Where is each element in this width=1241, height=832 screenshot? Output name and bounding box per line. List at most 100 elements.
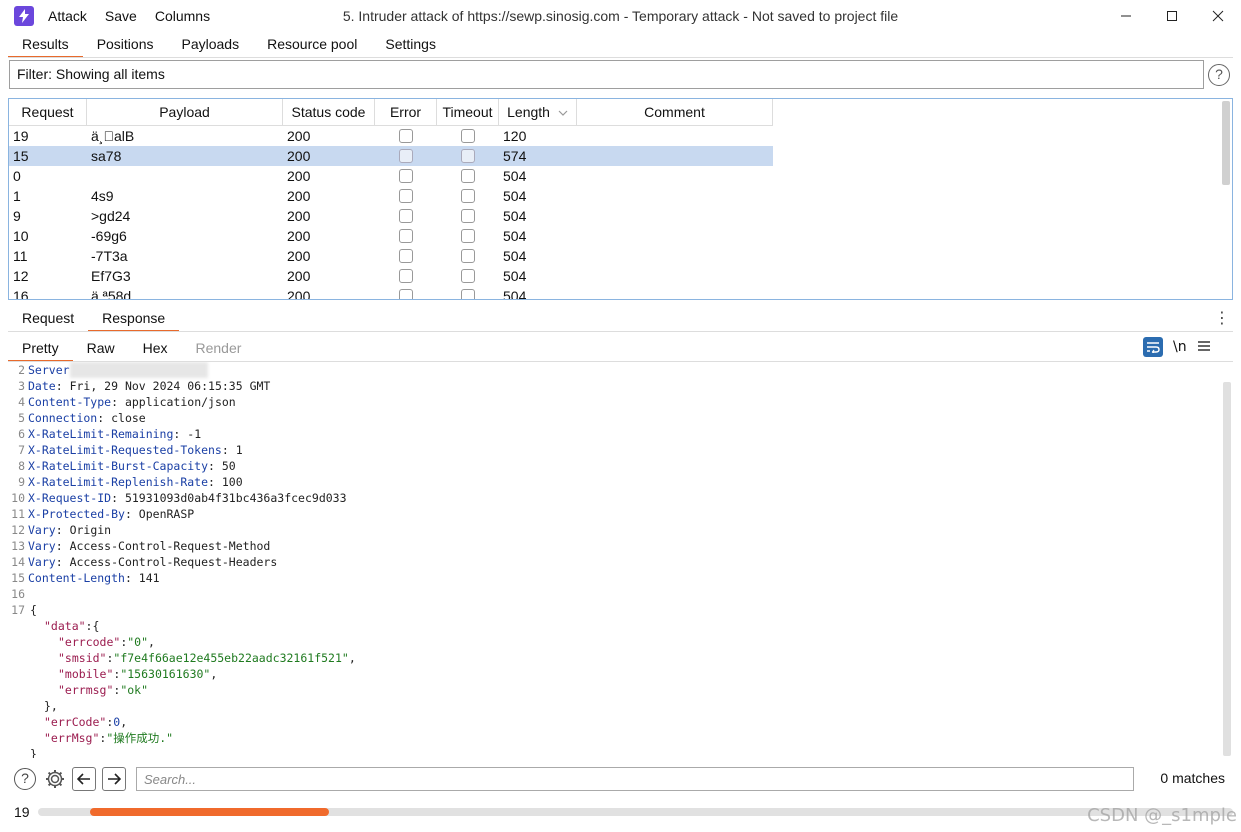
- code-line: 7 X-RateLimit-Requested-Tokens: 1: [8, 442, 1233, 458]
- timeout-checkbox[interactable]: [461, 169, 475, 183]
- tab-response[interactable]: Response: [88, 308, 180, 332]
- search-bar: ? 0 matches: [8, 762, 1233, 796]
- tab-results[interactable]: Results: [8, 32, 83, 58]
- tab-resource-pool[interactable]: Resource pool: [253, 32, 371, 58]
- word-wrap-icon[interactable]: [1143, 337, 1163, 357]
- table-row[interactable]: 0 200 504: [9, 166, 773, 186]
- editor-scrollbar[interactable]: [1223, 382, 1231, 756]
- menu-attack[interactable]: Attack: [48, 8, 87, 24]
- table-row[interactable]: 11 -7T3a 200 504: [9, 246, 773, 266]
- tab-payloads[interactable]: Payloads: [168, 32, 254, 58]
- line-number: [8, 698, 28, 714]
- table-row[interactable]: 12 Ef7G3 200 504: [9, 266, 773, 286]
- code-text: X-RateLimit-Requested-Tokens: 1: [28, 442, 243, 458]
- error-checkbox[interactable]: [399, 249, 413, 263]
- table-row[interactable]: 10 -69g6 200 504: [9, 226, 773, 246]
- table-row[interactable]: 16 ä ª58d 200 504: [9, 286, 773, 300]
- message-tabs: Request Response: [8, 308, 180, 332]
- match-count: 0 matches: [1160, 770, 1225, 786]
- code-line: 11 X-Protected-By: OpenRASP: [8, 506, 1233, 522]
- code-line: "errmsg":"ok": [8, 682, 1233, 698]
- error-checkbox[interactable]: [399, 149, 413, 163]
- tab-pretty[interactable]: Pretty: [8, 336, 73, 362]
- next-arrow-icon[interactable]: [102, 767, 126, 791]
- json-key: "errCode": [44, 715, 107, 729]
- col-status-code[interactable]: Status code: [283, 99, 375, 126]
- col-payload[interactable]: Payload: [87, 99, 283, 126]
- json-key: "errMsg": [44, 731, 100, 745]
- table-body: 19 ä¸ alB 200 120 15 sa78 200 574 0 200 504 1 4s9 200…: [9, 126, 773, 300]
- gear-icon[interactable]: [44, 768, 66, 793]
- timeout-checkbox[interactable]: [461, 129, 475, 143]
- previous-arrow-icon[interactable]: [72, 767, 96, 791]
- tab-render[interactable]: Render: [182, 336, 256, 362]
- line-number: 16: [11, 587, 25, 601]
- json-string: "ok": [120, 683, 149, 697]
- table-row[interactable]: 9 >gd24 200 504: [9, 206, 773, 226]
- error-checkbox[interactable]: [399, 209, 413, 223]
- table-scrollbar[interactable]: [1222, 101, 1230, 185]
- help-icon[interactable]: ?: [14, 768, 36, 790]
- json-key: "smsid": [58, 651, 107, 665]
- error-checkbox[interactable]: [399, 269, 413, 283]
- response-editor[interactable]: 2 Server 3 Date: Fri, 29 Nov 2024 06:15:35…: [8, 362, 1233, 758]
- minimize-icon[interactable]: [1103, 0, 1149, 32]
- divider: [8, 331, 1233, 332]
- hamburger-menu-icon[interactable]: [1197, 339, 1211, 355]
- cell-payload: ä ª58d: [91, 288, 132, 300]
- col-length[interactable]: Length: [499, 99, 577, 126]
- error-checkbox[interactable]: [399, 289, 413, 299]
- menu-save[interactable]: Save: [105, 8, 137, 24]
- timeout-checkbox[interactable]: [461, 209, 475, 223]
- json-brace: :{: [85, 619, 100, 633]
- menu-columns[interactable]: Columns: [155, 8, 210, 24]
- error-checkbox[interactable]: [399, 169, 413, 183]
- timeout-checkbox: [437, 266, 499, 286]
- col-timeout[interactable]: Timeout: [437, 99, 499, 126]
- code-text: "errcode":"0",: [28, 634, 155, 650]
- help-icon[interactable]: ?: [1208, 64, 1230, 86]
- filter-bar[interactable]: Filter: Showing all items: [9, 60, 1204, 89]
- timeout-checkbox[interactable]: [461, 269, 475, 283]
- cell-length: 504: [503, 288, 527, 300]
- error-checkbox: [375, 166, 437, 186]
- timeout-checkbox[interactable]: [461, 229, 475, 243]
- table-row[interactable]: 15 sa78 200 574: [9, 146, 773, 166]
- table-row[interactable]: 1 4s9 200 504: [9, 186, 773, 206]
- error-checkbox[interactable]: [399, 129, 413, 143]
- json-comma: ,: [120, 715, 128, 729]
- header-value: -1: [187, 427, 202, 441]
- maximize-icon[interactable]: [1149, 0, 1195, 32]
- timeout-checkbox[interactable]: [461, 289, 475, 299]
- cell-comment: [577, 206, 773, 226]
- tab-hex[interactable]: Hex: [129, 336, 182, 362]
- tab-request[interactable]: Request: [8, 308, 88, 332]
- cell-length: 504: [503, 248, 527, 264]
- timeout-checkbox[interactable]: [461, 149, 475, 163]
- newline-toggle-icon[interactable]: \n: [1173, 339, 1187, 355]
- line-number: 14: [11, 555, 25, 569]
- col-error[interactable]: Error: [375, 99, 437, 126]
- header-name: Server: [28, 363, 70, 377]
- cell-payload: ä¸ alB: [91, 128, 135, 144]
- col-request[interactable]: Request: [9, 99, 87, 126]
- code-line: 6 X-RateLimit-Remaining: -1: [8, 426, 1233, 442]
- timeout-checkbox[interactable]: [461, 249, 475, 263]
- tab-settings[interactable]: Settings: [371, 32, 450, 58]
- timeout-checkbox[interactable]: [461, 189, 475, 203]
- error-checkbox[interactable]: [399, 229, 413, 243]
- line-number: 11: [11, 507, 25, 521]
- error-checkbox[interactable]: [399, 189, 413, 203]
- code-line: "errCode":0,: [8, 714, 1233, 730]
- line-number: 9: [18, 475, 25, 489]
- tab-positions[interactable]: Positions: [83, 32, 168, 58]
- more-options-icon[interactable]: ⋮: [1214, 310, 1230, 328]
- header-name: Vary: [28, 539, 56, 553]
- separator: :: [55, 555, 70, 569]
- col-comment[interactable]: Comment: [577, 99, 773, 126]
- table-row[interactable]: 19 ä¸ alB 200 120: [9, 126, 773, 146]
- search-input[interactable]: [136, 767, 1134, 791]
- close-icon[interactable]: [1195, 0, 1241, 32]
- tab-raw[interactable]: Raw: [73, 336, 129, 362]
- cell-request: 15: [13, 148, 29, 164]
